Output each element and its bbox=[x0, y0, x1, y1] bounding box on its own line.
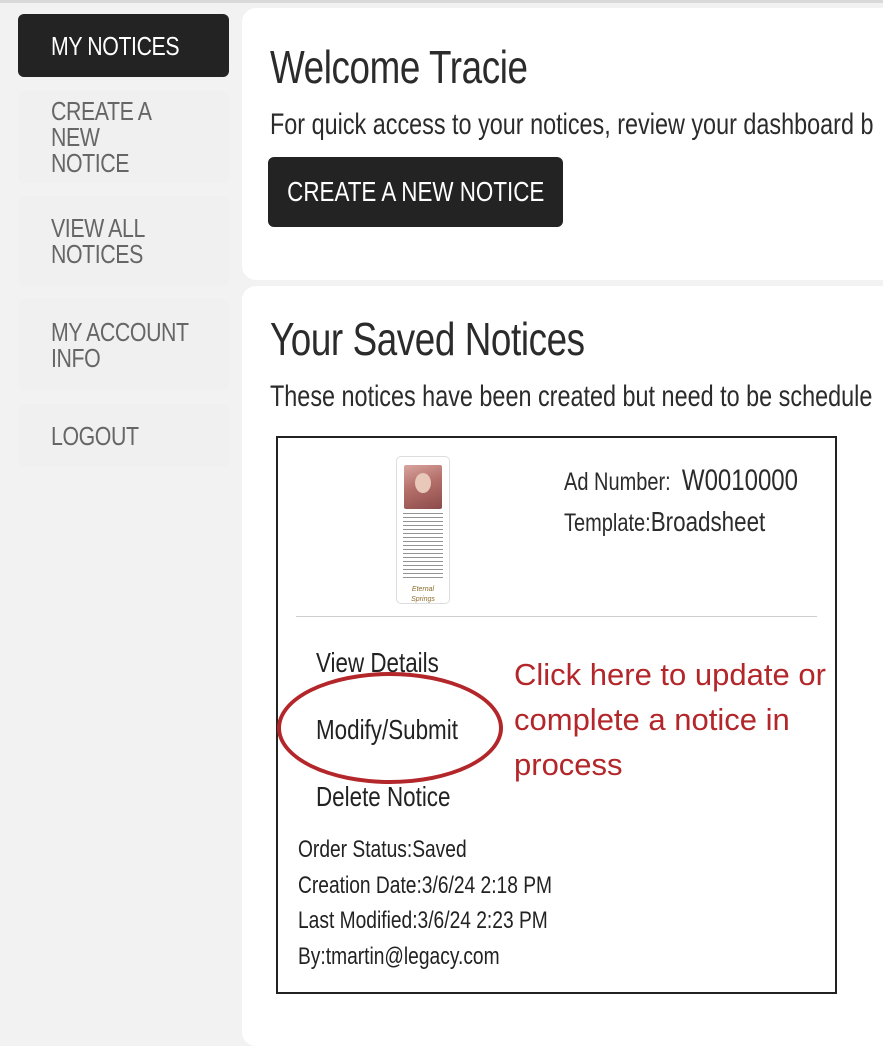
sidebar-item-label: VIEW ALL NOTICES bbox=[51, 213, 145, 269]
last-modified-value: 3/6/24 2:23 PM bbox=[417, 907, 548, 934]
creation-date-label: Creation Date: bbox=[298, 872, 422, 899]
notice-text-preview bbox=[403, 513, 443, 581]
create-notice-button[interactable]: CREATE A NEW NOTICE bbox=[268, 157, 563, 227]
last-modified-row: Last Modified:3/6/24 2:23 PM bbox=[298, 907, 548, 935]
ad-number-label: Ad Number: bbox=[564, 468, 671, 496]
top-border bbox=[0, 0, 883, 3]
delete-notice-link[interactable]: Delete Notice bbox=[316, 781, 450, 813]
sidebar-item-label: CREATE A NEW NOTICE bbox=[51, 96, 151, 178]
sidebar-item-view-all-notices[interactable]: VIEW ALL NOTICES bbox=[18, 196, 229, 286]
sidebar-item-my-notices[interactable]: MY NOTICES bbox=[18, 14, 229, 77]
create-notice-button-label: CREATE A NEW NOTICE bbox=[286, 176, 545, 207]
creation-date-value: 3/6/24 2:18 PM bbox=[421, 872, 553, 899]
card-divider bbox=[296, 616, 817, 617]
page-title: Welcome Tracie bbox=[270, 41, 528, 93]
welcome-subtitle: For quick access to your notices, review… bbox=[270, 108, 874, 141]
order-status-row: Order Status:Saved bbox=[298, 836, 467, 864]
created-by-label: By: bbox=[298, 943, 326, 970]
order-status-label: Order Status: bbox=[298, 836, 413, 863]
template-row: Template:Broadsheet bbox=[564, 506, 765, 538]
ad-number-value: W0010000 bbox=[681, 464, 798, 497]
portrait-photo bbox=[404, 465, 442, 509]
annotation-circle bbox=[277, 672, 503, 784]
created-by-value: tmartin@legacy.com bbox=[325, 943, 500, 970]
template-value: Broadsheet bbox=[650, 506, 766, 537]
saved-notices-title: Your Saved Notices bbox=[270, 313, 585, 365]
creation-date-row: Creation Date:3/6/24 2:18 PM bbox=[298, 872, 552, 900]
sidebar-item-logout[interactable]: LOGOUT bbox=[18, 404, 229, 467]
sidebar-item-create-notice[interactable]: CREATE A NEW NOTICE bbox=[18, 91, 229, 183]
ad-number-row: Ad Number: W0010000 bbox=[564, 464, 798, 498]
last-modified-label: Last Modified: bbox=[298, 907, 418, 934]
template-label: Template: bbox=[564, 509, 651, 537]
sidebar-item-account-info[interactable]: MY ACCOUNT INFO bbox=[18, 299, 229, 390]
notice-thumbnail[interactable]: Eternal Springs bbox=[396, 456, 450, 604]
annotation-callout: Click here to update or complete a notic… bbox=[514, 657, 826, 782]
created-by-row: By:tmartin@legacy.com bbox=[298, 943, 500, 971]
sidebar-item-label: MY ACCOUNT INFO bbox=[51, 316, 189, 373]
sidebar-item-label: MY NOTICES bbox=[51, 30, 180, 61]
notice-signature-logo: Eternal Springs bbox=[411, 586, 435, 603]
sidebar-item-label: LOGOUT bbox=[51, 420, 139, 451]
order-status-value: Saved bbox=[412, 836, 467, 863]
saved-notices-subtitle: These notices have been created but need… bbox=[270, 380, 873, 413]
